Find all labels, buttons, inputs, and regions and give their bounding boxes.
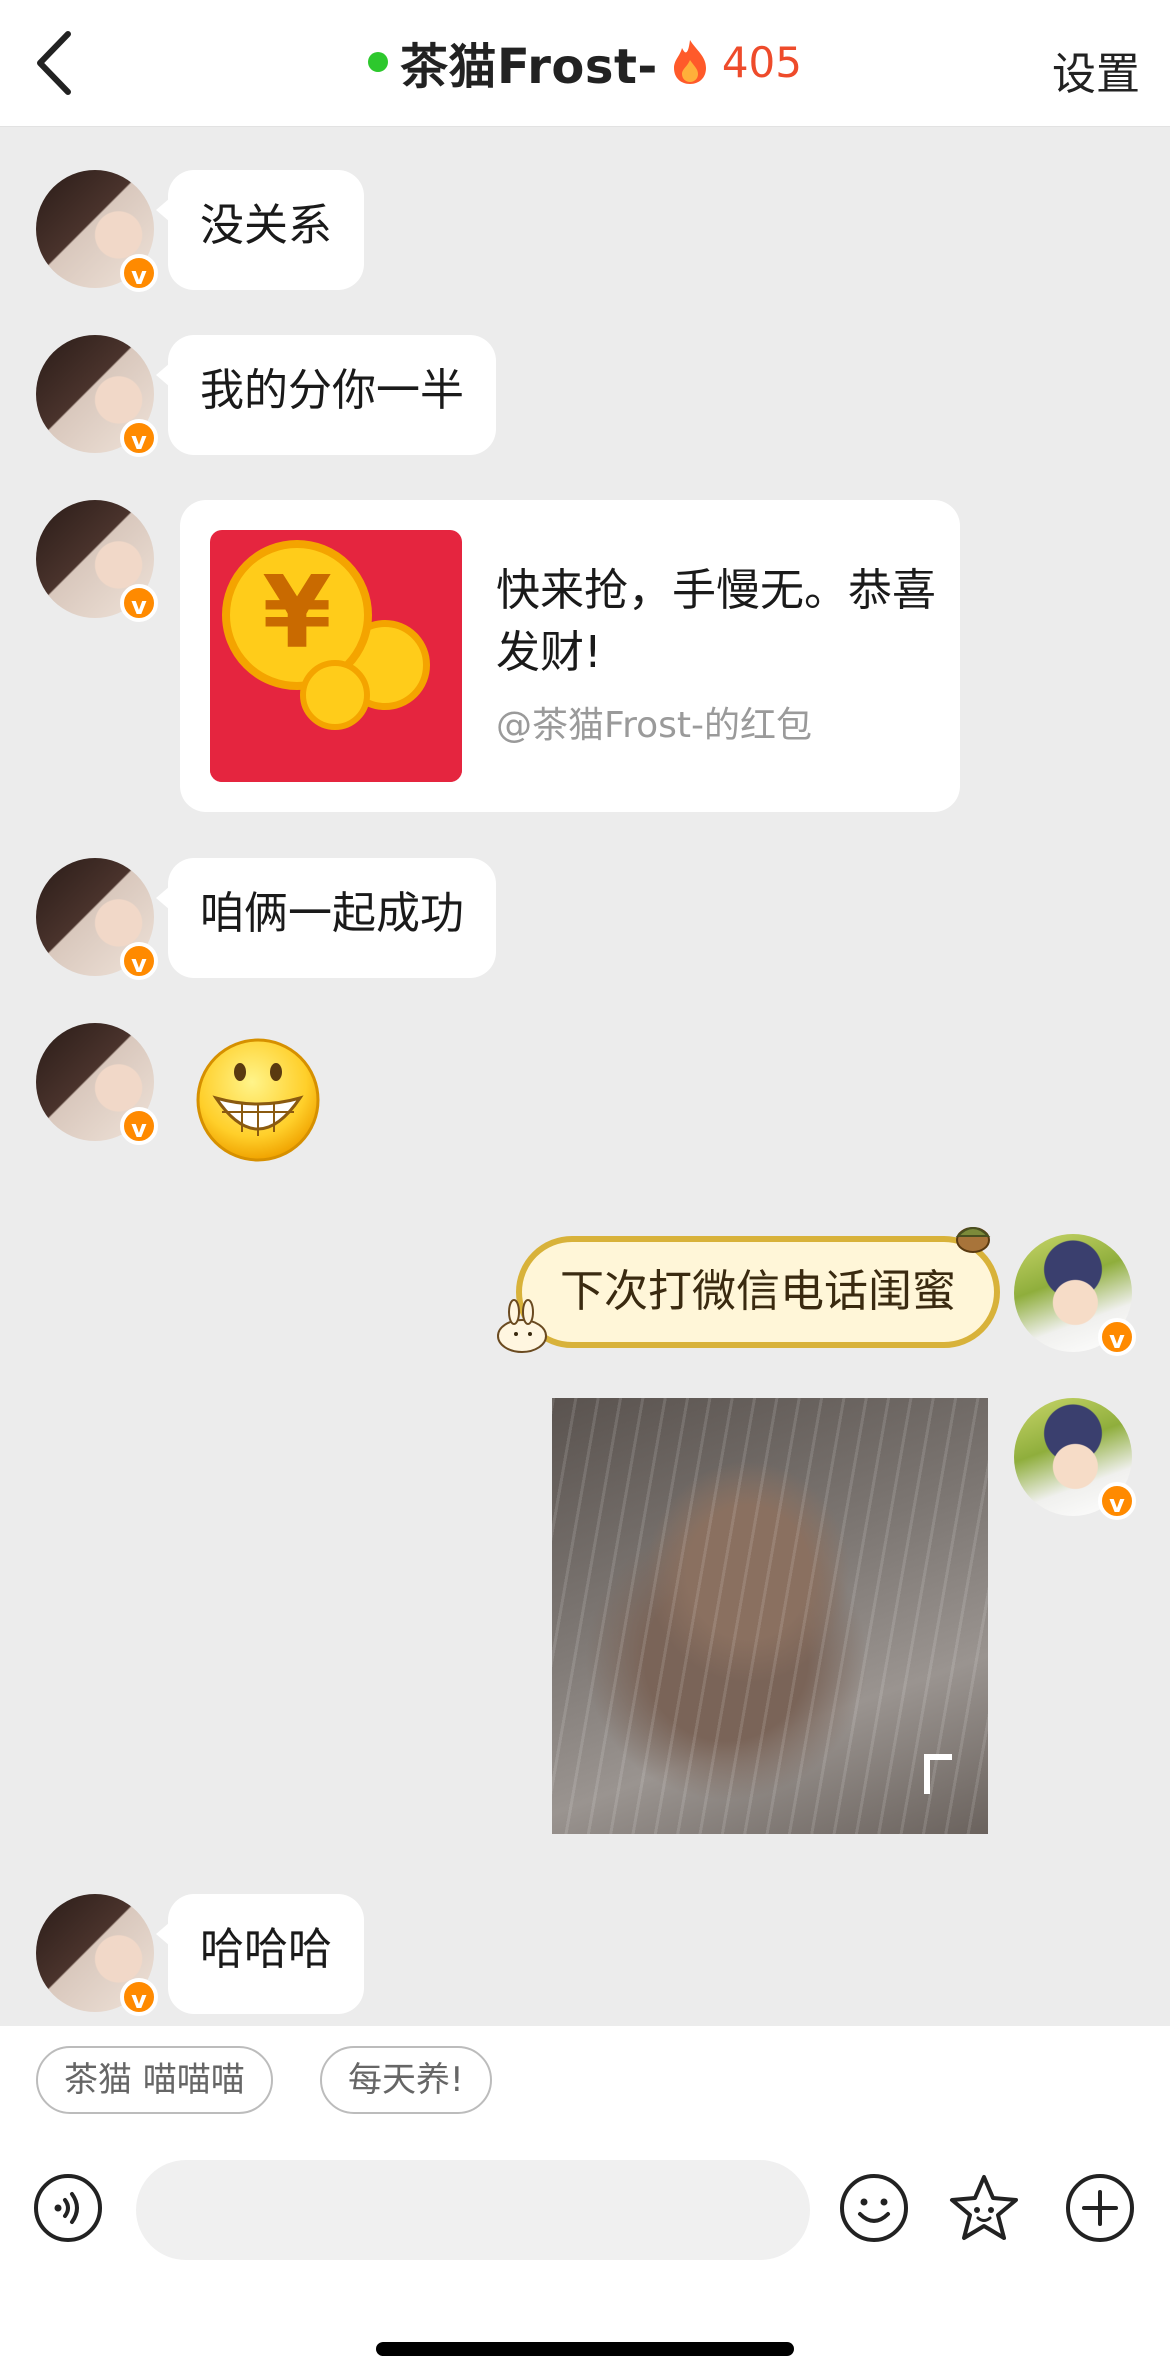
chat-title-group[interactable]: 茶猫Frost- 405: [0, 30, 1170, 95]
my-avatar[interactable]: v: [1014, 1234, 1136, 1356]
verified-badge-icon: v: [1098, 1318, 1136, 1356]
photo-thumbnail[interactable]: [552, 1398, 988, 1834]
smiley-icon[interactable]: [838, 2172, 910, 2244]
red-packet-greeting: 快来抢，手慢无。恭喜发财!: [496, 565, 936, 678]
message-bubble[interactable]: 咱俩一起成功: [156, 858, 496, 978]
verified-badge-icon: v: [120, 419, 158, 457]
contact-avatar[interactable]: v: [36, 500, 158, 622]
grinning-face-emoji-icon[interactable]: [192, 1032, 324, 1164]
chat-title: 茶猫Frost-: [400, 39, 658, 95]
verified-badge-icon: v: [120, 942, 158, 980]
verified-badge-icon: v: [120, 584, 158, 622]
star-face-icon[interactable]: [948, 2172, 1020, 2244]
contact-avatar[interactable]: v: [36, 1894, 158, 2016]
red-packet-sender: @茶猫Frost-的红包: [496, 705, 812, 746]
verified-badge-icon: v: [120, 254, 158, 292]
contact-avatar[interactable]: v: [36, 335, 158, 457]
message-bubble[interactable]: 哈哈哈: [156, 1894, 364, 2014]
verified-badge-icon: v: [1098, 1482, 1136, 1520]
red-packet-icon: ¥: [210, 530, 462, 782]
gif-corner-mark-icon: [924, 1754, 952, 1794]
verified-badge-icon: v: [120, 1978, 158, 2016]
message-bubble[interactable]: 没关系: [156, 170, 364, 290]
plus-circle-icon[interactable]: [1064, 2172, 1136, 2244]
quick-reply-chip[interactable]: 每天养!: [320, 2046, 492, 2114]
verified-badge-icon: v: [120, 1107, 158, 1145]
fire-icon: [673, 40, 706, 84]
red-packet-card[interactable]: ¥ 快来抢，手慢无。恭喜发财! @茶猫Frost-的红包: [180, 500, 960, 812]
contact-avatar[interactable]: v: [36, 170, 158, 292]
contact-avatar[interactable]: v: [36, 1023, 158, 1145]
chat-header: 茶猫Frost- 405 设置: [0, 0, 1170, 127]
online-status-dot: [368, 52, 388, 72]
settings-button[interactable]: 设置: [1052, 38, 1140, 102]
contact-avatar[interactable]: v: [36, 858, 158, 980]
message-input[interactable]: [136, 2160, 810, 2260]
quick-reply-chip[interactable]: 茶猫 喵喵喵: [36, 2046, 273, 2114]
voice-input-icon[interactable]: [32, 2172, 104, 2244]
home-indicator: [376, 2342, 794, 2356]
bunny-decoration-icon: [497, 1299, 547, 1353]
sent-message-bubble[interactable]: 下次打微信电话闺蜜: [516, 1236, 1000, 1348]
acorn-decoration-icon: [955, 1227, 991, 1253]
streak-count: 405: [721, 37, 802, 87]
message-bubble[interactable]: 我的分你一半: [156, 335, 496, 455]
my-avatar[interactable]: v: [1014, 1398, 1136, 1520]
